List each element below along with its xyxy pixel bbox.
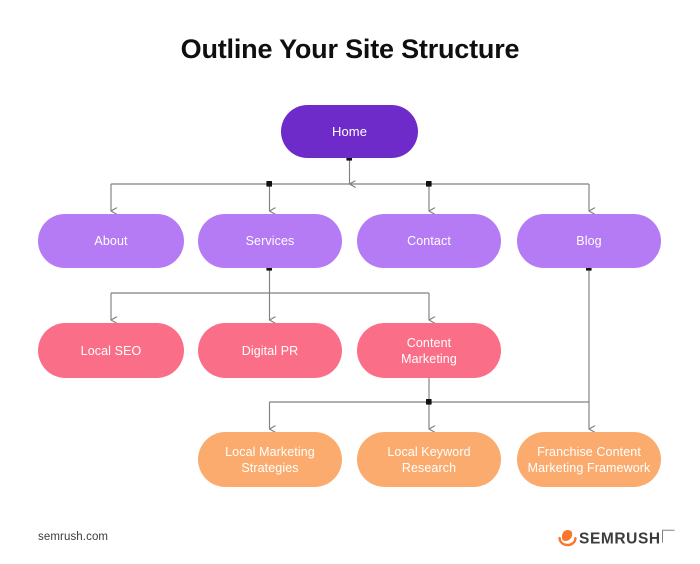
node-content-marketing[interactable]: Content Marketing — [357, 323, 501, 378]
node-about[interactable]: About — [38, 214, 184, 268]
semrush-logo: SEMRUSH — [558, 526, 676, 552]
semrush-logo-graphic: SEMRUSH — [558, 529, 675, 547]
node-franchise-content-framework-label: Franchise Content Marketing Framework — [527, 444, 651, 475]
node-local-seo[interactable]: Local SEO — [38, 323, 184, 378]
node-home-label: Home — [331, 123, 368, 139]
svg-text:SEMRUSH: SEMRUSH — [579, 530, 661, 547]
node-blog[interactable]: Blog — [517, 214, 661, 268]
node-services[interactable]: Services — [198, 214, 342, 268]
semrush-logo-bracket — [662, 529, 675, 543]
semrush-swoosh-icon — [558, 530, 577, 547]
node-local-seo-label: Local SEO — [80, 343, 142, 358]
node-local-marketing-strategies[interactable]: Local Marketing Strategies — [198, 432, 342, 487]
semrush-wordmark: SEMRUSH — [579, 530, 661, 547]
site-structure-diagram: Home About Services Contact Blog Local S… — [0, 0, 700, 520]
node-home[interactable]: Home — [281, 105, 418, 158]
node-contact[interactable]: Contact — [357, 214, 501, 268]
node-blog-label: Blog — [576, 234, 602, 248]
node-local-keyword-research-label: Local Keyword Research — [387, 444, 471, 475]
node-local-marketing-strategies-label: Local Marketing Strategies — [225, 444, 315, 475]
node-local-keyword-research[interactable]: Local Keyword Research — [357, 432, 501, 487]
node-content-marketing-label: Content Marketing — [401, 335, 457, 366]
node-services-label: Services — [245, 234, 295, 248]
site-url-text: semrush.com — [38, 531, 109, 543]
footer: semrush.com SEMRUSH — [0, 520, 700, 564]
node-digital-pr[interactable]: Digital PR — [198, 323, 342, 378]
node-about-label: About — [94, 234, 128, 248]
node-franchise-content-framework[interactable]: Franchise Content Marketing Framework — [517, 432, 661, 487]
node-contact-label: Contact — [407, 234, 451, 248]
node-digital-pr-label: Digital PR — [241, 343, 299, 358]
infographic-canvas: Outline Your Site Structure Home About S… — [0, 0, 700, 564]
